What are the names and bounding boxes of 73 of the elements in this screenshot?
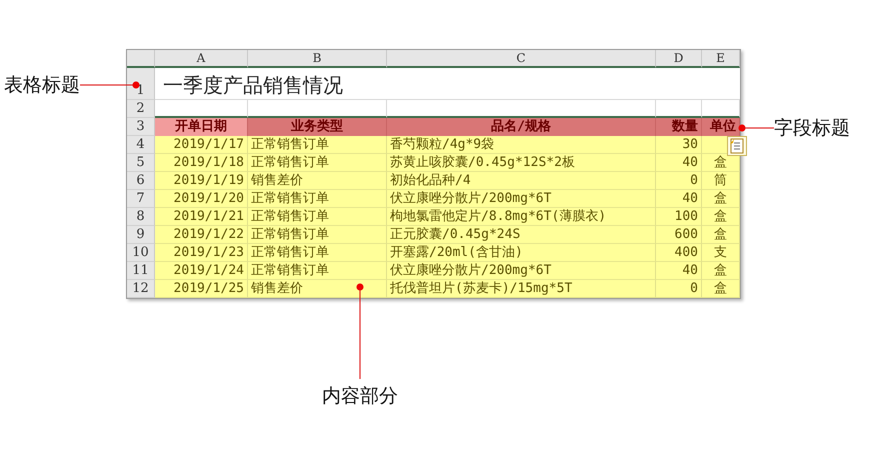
column-header[interactable]: E bbox=[702, 50, 740, 68]
row-number[interactable]: 4 bbox=[127, 136, 155, 154]
callout-label: 表格标题 bbox=[4, 73, 80, 98]
table-cell: 2019/1/25 bbox=[155, 280, 248, 298]
table-title: 一季度产品销售情况 bbox=[163, 72, 343, 99]
table-cell: 销售差价 bbox=[248, 172, 387, 190]
header-cell: 业务类型 bbox=[248, 118, 387, 136]
table-cell: 托伐普坦片(苏麦卡)/15mg*5T bbox=[387, 280, 656, 298]
table-cell: 正常销售订单 bbox=[248, 136, 387, 154]
row-number[interactable]: 11 bbox=[127, 262, 155, 280]
table-cell: 正常销售订单 bbox=[248, 244, 387, 262]
row-number[interactable]: 7 bbox=[127, 190, 155, 208]
table-cell: 正常销售订单 bbox=[248, 208, 387, 226]
header-cell: 数量 bbox=[656, 118, 702, 136]
table-cell: 2019/1/21 bbox=[155, 208, 248, 226]
table-cell: 30 bbox=[656, 136, 702, 154]
table-cell: 枸地氯雷他定片/8.8mg*6T(薄膜衣) bbox=[387, 208, 656, 226]
table-cell: 盒 bbox=[702, 154, 740, 172]
table-cell: 盒 bbox=[702, 262, 740, 280]
table-cell: 40 bbox=[656, 190, 702, 208]
table-cell: 100 bbox=[656, 208, 702, 226]
callout-label: 字段标题 bbox=[774, 116, 850, 141]
table-cell: 苏黄止咳胶囊/0.45g*12S*2板 bbox=[387, 154, 656, 172]
table-cell: 0 bbox=[656, 172, 702, 190]
table-cell: 初始化品种/4 bbox=[387, 172, 656, 190]
table-cell: 盒 bbox=[702, 280, 740, 298]
row-number[interactable]: 3 bbox=[127, 118, 155, 136]
row-number[interactable]: 5 bbox=[127, 154, 155, 172]
table-cell: 400 bbox=[656, 244, 702, 262]
header-cell: 单位 bbox=[702, 118, 740, 136]
table-cell: 2019/1/20 bbox=[155, 190, 248, 208]
table-cell: 2019/1/17 bbox=[155, 136, 248, 154]
column-header[interactable]: D bbox=[656, 50, 702, 68]
table-cell: 正常销售订单 bbox=[248, 262, 387, 280]
row-number[interactable]: 9 bbox=[127, 226, 155, 244]
table-cell: 伏立康唑分散片/200mg*6T bbox=[387, 190, 656, 208]
table-cell: 正常销售订单 bbox=[248, 190, 387, 208]
table-cell: 2019/1/18 bbox=[155, 154, 248, 172]
row-number[interactable]: 12 bbox=[127, 280, 155, 298]
select-all-button[interactable] bbox=[127, 50, 155, 68]
row-number[interactable]: 10 bbox=[127, 244, 155, 262]
callout-label: 内容部分 bbox=[322, 384, 398, 409]
table-cell: 销售差价 bbox=[248, 280, 387, 298]
table-cell: 正常销售订单 bbox=[248, 154, 387, 172]
table-cell: 2019/1/22 bbox=[155, 226, 248, 244]
quick-analysis-icon[interactable] bbox=[727, 136, 747, 156]
row-number[interactable]: 6 bbox=[127, 172, 155, 190]
table-cell: 2019/1/19 bbox=[155, 172, 248, 190]
column-header[interactable]: C bbox=[387, 50, 656, 68]
table-cell: 正常销售订单 bbox=[248, 226, 387, 244]
table-cell: 2019/1/24 bbox=[155, 262, 248, 280]
table-cell: 盒 bbox=[702, 190, 740, 208]
column-header[interactable]: B bbox=[248, 50, 387, 68]
row-number[interactable]: 2 bbox=[127, 100, 155, 118]
table-cell: 支 bbox=[702, 244, 740, 262]
table-cell: 正元胶囊/0.45g*24S bbox=[387, 226, 656, 244]
table-cell: 盒 bbox=[702, 208, 740, 226]
header-cell: 开单日期 bbox=[155, 118, 248, 136]
table-cell: 600 bbox=[656, 226, 702, 244]
table-cell: 伏立康唑分散片/200mg*6T bbox=[387, 262, 656, 280]
table-cell: 40 bbox=[656, 262, 702, 280]
row-number[interactable]: 8 bbox=[127, 208, 155, 226]
table-cell: 2019/1/23 bbox=[155, 244, 248, 262]
header-cell: 品名/规格 bbox=[387, 118, 656, 136]
table-cell: 0 bbox=[656, 280, 702, 298]
leader-line bbox=[738, 124, 774, 132]
table-cell: 筒 bbox=[702, 172, 740, 190]
leader-line bbox=[80, 81, 140, 89]
table-cell: 开塞露/20ml(含甘油) bbox=[387, 244, 656, 262]
column-header[interactable]: A bbox=[155, 50, 248, 68]
table-cell: 40 bbox=[656, 154, 702, 172]
table-cell: 香芍颗粒/4g*9袋 bbox=[387, 136, 656, 154]
table-cell: 盒 bbox=[702, 226, 740, 244]
